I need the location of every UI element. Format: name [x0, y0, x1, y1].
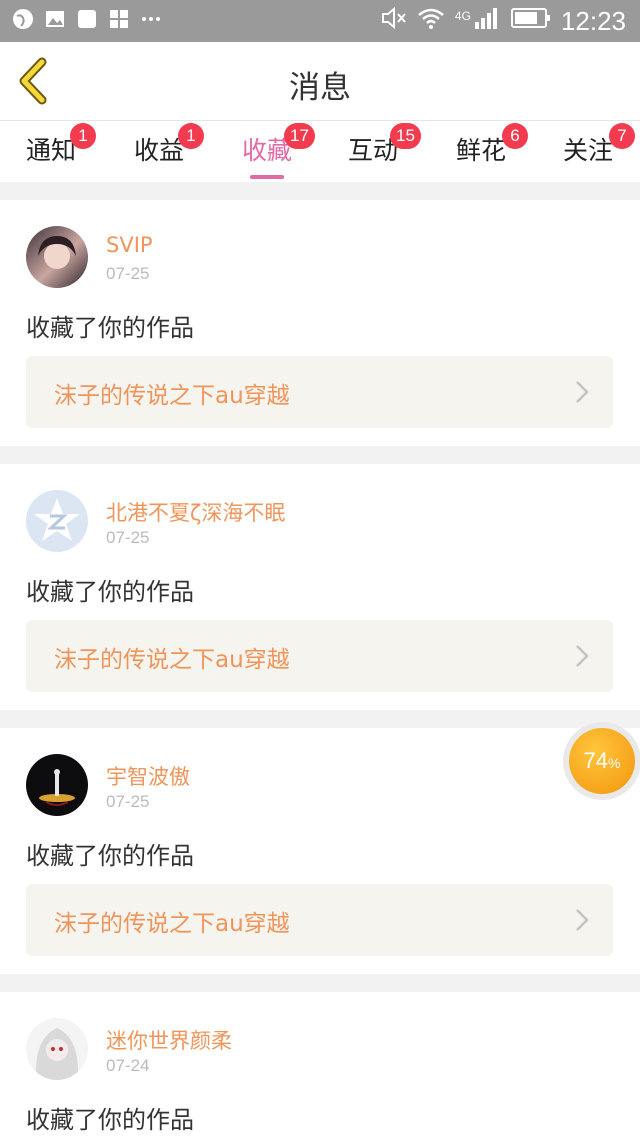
count-badge: 1 — [178, 123, 204, 149]
count-badge: 6 — [502, 123, 528, 149]
username[interactable]: 迷你世界颜柔 — [106, 1025, 232, 1055]
tab-interactions[interactable]: 互动 15 — [348, 123, 421, 167]
tab-label: 收益 — [134, 136, 185, 165]
status-bar: 4G 12:23 — [0, 0, 640, 42]
battery-icon — [510, 6, 551, 37]
avatar[interactable] — [26, 226, 88, 288]
header: 消息 — [0, 42, 640, 120]
timestamp: 07-25 — [106, 528, 150, 547]
count-badge: 15 — [390, 123, 421, 149]
progress-indicator: 74% — [569, 728, 635, 794]
page-title: 消息 — [289, 70, 351, 106]
tab-bar: 通知 1 收益 1 收藏 17 互动 15 鲜花 6 关注 7 — [0, 120, 640, 182]
avatar[interactable] — [26, 1018, 88, 1080]
work-link[interactable]: 沫子的传说之下au穿越 — [26, 620, 613, 692]
tab-label: 关注 — [563, 136, 614, 165]
username[interactable]: 宇智波傲 — [106, 761, 190, 791]
image-icon — [44, 8, 66, 30]
signal-icon — [473, 6, 501, 37]
network-label: 4G — [454, 9, 471, 23]
globe-icon — [12, 8, 34, 30]
timestamp: 07-25 — [106, 792, 150, 811]
username[interactable]: SVIP — [106, 233, 153, 257]
tab-favorites[interactable]: 收藏 17 — [242, 123, 315, 179]
timestamp: 07-24 — [106, 1056, 150, 1075]
timestamp: 07-25 — [106, 264, 150, 283]
action-text: 收藏了你的作品 — [26, 314, 194, 342]
more-icon — [140, 8, 162, 30]
mute-icon — [381, 6, 407, 37]
chevron-right-icon — [576, 645, 589, 667]
list-item: SVIP 07-25 收藏了你的作品 沫子的传说之下au穿越 — [0, 200, 640, 446]
tab-earnings[interactable]: 收益 1 — [134, 123, 204, 167]
avatar[interactable] — [26, 490, 88, 552]
tab-label: 通知 — [26, 136, 77, 165]
progress-float-button[interactable]: 74% — [563, 722, 640, 800]
active-tab-indicator — [250, 175, 285, 179]
count-badge: 1 — [70, 123, 96, 149]
chevron-right-icon — [576, 381, 589, 403]
work-link[interactable]: 沫子的传说之下au穿越 — [26, 356, 613, 428]
action-text: 收藏了你的作品 — [26, 1106, 194, 1134]
work-title: 沫子的传说之下au穿越 — [54, 911, 290, 937]
action-text: 收藏了你的作品 — [26, 578, 194, 606]
list-item: 宇智波傲 07-25 收藏了你的作品 沫子的传说之下au穿越 — [0, 728, 640, 974]
work-title: 沫子的传说之下au穿越 — [54, 647, 290, 673]
square-icon — [76, 8, 98, 30]
tab-flowers[interactable]: 鲜花 6 — [456, 123, 528, 167]
count-badge: 17 — [284, 123, 315, 149]
list-item: 北港不夏ζ深海不眠 07-25 收藏了你的作品 沫子的传说之下au穿越 — [0, 464, 640, 710]
tab-notifications[interactable]: 通知 1 — [26, 123, 96, 167]
progress-value: 74 — [583, 748, 609, 773]
avatar[interactable] — [26, 754, 88, 816]
action-text: 收藏了你的作品 — [26, 842, 194, 870]
chevron-right-icon — [576, 909, 589, 931]
apps-icon — [108, 8, 130, 30]
username[interactable]: 北港不夏ζ深海不眠 — [106, 497, 285, 527]
clock: 12:23 — [560, 5, 626, 36]
list-item: 迷你世界颜柔 07-24 收藏了你的作品 — [0, 992, 640, 1138]
tab-following[interactable]: 关注 7 — [563, 123, 635, 167]
work-title: 沫子的传说之下au穿越 — [54, 383, 290, 409]
tab-label: 鲜花 — [456, 136, 507, 165]
progress-unit: % — [608, 755, 621, 771]
count-badge: 7 — [609, 123, 635, 149]
wifi-icon — [417, 6, 445, 37]
work-link[interactable]: 沫子的传说之下au穿越 — [26, 884, 613, 956]
